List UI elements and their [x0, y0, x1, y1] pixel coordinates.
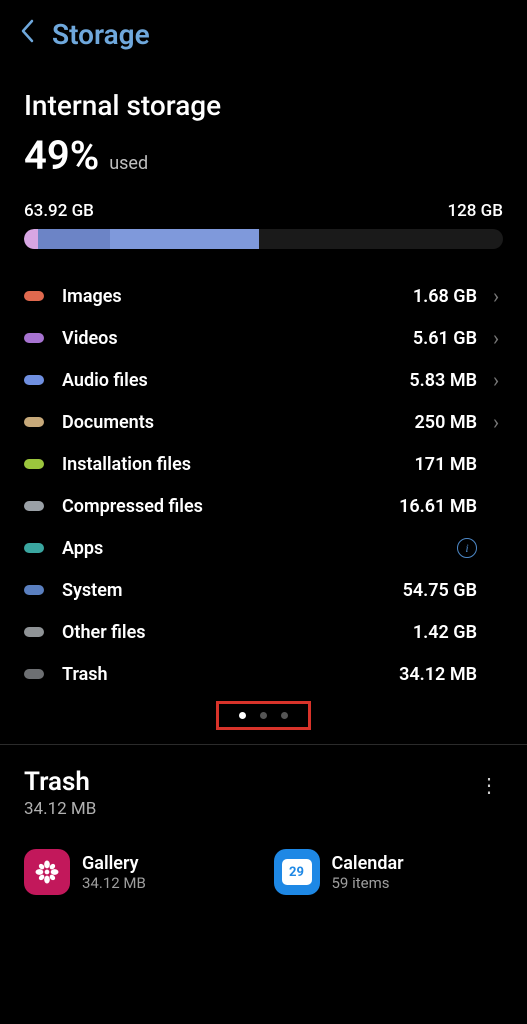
category-row[interactable]: Appsi›	[24, 527, 503, 569]
category-swatch	[24, 333, 44, 343]
category-swatch	[24, 459, 44, 469]
category-swatch	[24, 291, 44, 301]
category-label: Apps	[62, 538, 457, 559]
trash-subtitle: 34.12 MB	[24, 799, 96, 819]
category-label: Documents	[62, 412, 415, 433]
category-label: Compressed files	[62, 496, 399, 517]
overview-title: Internal storage	[24, 89, 503, 122]
category-value: 16.61 MB	[399, 496, 477, 517]
trash-item-label: Gallery	[82, 853, 146, 874]
trash-item-sub: 59 items	[332, 874, 404, 892]
category-label: Other files	[62, 622, 413, 643]
percent-value: 49%	[24, 132, 99, 179]
category-value: 250 MB	[415, 412, 478, 433]
calendar-icon: 29	[274, 849, 320, 895]
bar-labels: 63.92 GB 128 GB	[24, 201, 503, 221]
category-list: Images1.68 GB›Videos5.61 GB›Audio files5…	[24, 275, 503, 695]
percent-label: used	[109, 153, 148, 174]
trash-title: Trash	[24, 767, 96, 797]
calendar-day: 29	[282, 859, 312, 885]
chevron-right-icon: ›	[489, 410, 503, 434]
category-swatch	[24, 669, 44, 679]
category-row[interactable]: Images1.68 GB ›	[24, 275, 503, 317]
pager-dot[interactable]	[260, 712, 267, 719]
usage-segment	[24, 229, 38, 249]
chevron-right-icon: ›	[489, 368, 503, 392]
category-value: 171 MB	[415, 454, 478, 475]
category-swatch	[24, 627, 44, 637]
category-row[interactable]: Audio files5.83 MB ›	[24, 359, 503, 401]
used-size: 63.92 GB	[24, 201, 94, 221]
category-row: Installation files171 MB›	[24, 443, 503, 485]
chevron-right-icon: ›	[489, 284, 503, 308]
info-icon[interactable]: i	[457, 538, 477, 558]
pager-highlight-box[interactable]	[216, 701, 311, 730]
page-title: Storage	[52, 18, 150, 51]
category-label: Trash	[62, 664, 399, 685]
category-row: Other files1.42 GB›	[24, 611, 503, 653]
category-value: 5.61 GB	[413, 328, 477, 349]
category-label: System	[62, 580, 403, 601]
usage-bar	[24, 229, 503, 249]
category-swatch	[24, 585, 44, 595]
gallery-icon	[24, 849, 70, 895]
category-label: Installation files	[62, 454, 415, 475]
back-icon[interactable]	[20, 19, 34, 50]
more-icon[interactable]: ⋮	[475, 767, 503, 803]
trash-item-sub: 34.12 MB	[82, 874, 146, 892]
pager-dot[interactable]	[239, 712, 246, 719]
trash-item-label: Calendar	[332, 853, 404, 874]
category-row: System54.75 GB›	[24, 569, 503, 611]
header: Storage	[0, 0, 527, 61]
category-label: Images	[62, 286, 413, 307]
trash-items: Gallery34.12 MB 29 Calendar59 items	[24, 849, 503, 895]
category-row[interactable]: Videos5.61 GB ›	[24, 317, 503, 359]
total-size: 128 GB	[447, 201, 503, 221]
category-swatch	[24, 501, 44, 511]
overview-section: Internal storage 49% used 63.92 GB 128 G…	[0, 61, 527, 730]
pager-dot[interactable]	[281, 712, 288, 719]
category-value: 5.83 MB	[409, 370, 477, 391]
usage-segment	[38, 229, 110, 249]
trash-item[interactable]: Gallery34.12 MB	[24, 849, 254, 895]
category-label: Audio files	[62, 370, 409, 391]
category-value: 1.68 GB	[413, 286, 477, 307]
category-value: 34.12 MB	[399, 664, 477, 685]
trash-section: Trash 34.12 MB ⋮ Gallery34.12 MB29Calend…	[0, 745, 527, 895]
category-swatch	[24, 375, 44, 385]
pager	[24, 701, 503, 730]
category-swatch	[24, 417, 44, 427]
usage-percent: 49% used	[24, 132, 503, 179]
category-row: Trash34.12 MB›	[24, 653, 503, 695]
category-row: Compressed files16.61 MB›	[24, 485, 503, 527]
category-value: 1.42 GB	[413, 622, 477, 643]
usage-segment	[110, 229, 258, 249]
category-row[interactable]: Documents250 MB ›	[24, 401, 503, 443]
category-label: Videos	[62, 328, 413, 349]
category-swatch	[24, 543, 44, 553]
chevron-right-icon: ›	[489, 326, 503, 350]
category-value: 54.75 GB	[403, 580, 477, 601]
trash-item[interactable]: 29 Calendar59 items	[274, 849, 504, 895]
